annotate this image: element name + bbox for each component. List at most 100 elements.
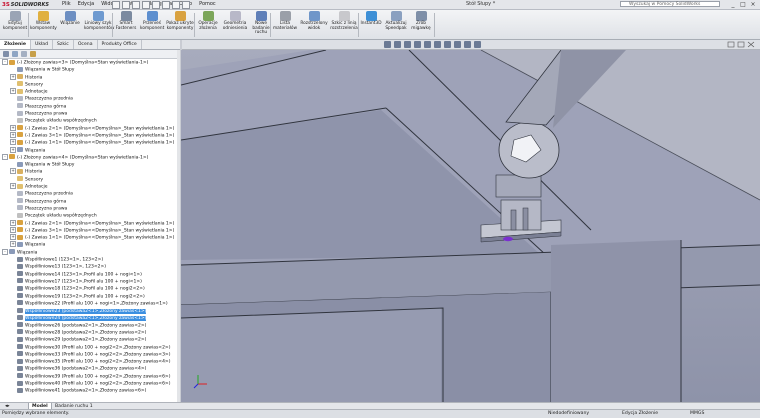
configuration-manager-tab-icon[interactable]	[21, 51, 27, 57]
select-icon[interactable]	[162, 1, 170, 9]
hide-show-items-icon[interactable]	[444, 41, 451, 48]
tree-item[interactable]: Współliniowe13 (123<1>, 123<2>)	[0, 263, 177, 270]
tree-item[interactable]: Płaszczyzna górna	[0, 103, 177, 110]
tree-item[interactable]: Początek układu współrzędnych	[0, 212, 177, 219]
tree-item[interactable]: Sensory	[0, 81, 177, 88]
tree-item[interactable]: + (-) Zawias 3<1> (Domyślna<<Domyślna>_St…	[0, 226, 177, 234]
maximize-button[interactable]: □	[738, 1, 748, 8]
tree-item[interactable]: Płaszczyzna przednia	[0, 95, 177, 102]
tree-item[interactable]: + Adnotacje	[0, 88, 177, 95]
expand-toggle-icon[interactable]: +	[10, 131, 16, 138]
property-manager-tab-icon[interactable]	[12, 51, 18, 57]
display-style-icon[interactable]	[434, 41, 441, 48]
ribbon-button[interactable]: Operacje złożenia	[196, 11, 220, 31]
tree-item[interactable]: Współliniowe30 (Profil alu 100 + nogi2<2…	[0, 344, 177, 351]
tree-item[interactable]: Współliniowe18 (123<2>,Profil alu 100 + …	[0, 285, 177, 292]
expand-toggle-icon[interactable]: -	[2, 59, 8, 65]
tree-item[interactable]: Współliniowe29 (podstawa2<1>,Złożony zaw…	[0, 336, 177, 343]
tree-item[interactable]: + Historia	[0, 168, 177, 175]
help-search-input[interactable]: Wyszukaj w Pomocy SolidWorks	[620, 1, 720, 7]
ribbon-button[interactable]: Rozstrzelony widok	[300, 11, 328, 31]
tree-item[interactable]: Płaszczyzna prawa	[0, 110, 177, 117]
rebuild-icon[interactable]	[172, 1, 180, 9]
ribbon-button[interactable]: Aktualizuj Speedpak	[384, 11, 408, 31]
tree-item[interactable]: Współliniowe33 (Profil alu 100 + nogi2<2…	[0, 351, 177, 358]
options-icon[interactable]	[182, 1, 190, 9]
tree-item[interactable]: Współliniowe40 (Profil alu 100 + nogi2<2…	[0, 380, 177, 387]
ribbon-button[interactable]: Lista materiałów	[272, 11, 298, 31]
dimxpert-manager-tab-icon[interactable]	[30, 51, 36, 57]
tree-item[interactable]: Współliniowe17 (123<1>,Profil alu 100 + …	[0, 278, 177, 285]
ribbon-button[interactable]: Instant3D	[360, 11, 382, 27]
ribbon-button[interactable]: Wiązanie	[58, 11, 82, 27]
solidworks-logo[interactable]: 3S SOLIDWORKS	[2, 1, 49, 8]
restore-viewport-icon[interactable]	[727, 41, 735, 48]
expand-toggle-icon[interactable]: +	[10, 183, 16, 190]
feature-manager-tab-icon[interactable]	[3, 51, 9, 57]
tree-item[interactable]: + (-) Zawias 1<1> (Domyślna<<Domyślna>_St…	[0, 139, 177, 146]
view-settings-icon[interactable]	[474, 41, 481, 48]
expand-toggle-icon[interactable]: +	[10, 146, 16, 153]
open-icon[interactable]	[122, 1, 130, 9]
command-tab[interactable]: Złożenie	[0, 40, 31, 49]
ribbon-button[interactable]: Szkic z linią rozstrzelenia	[330, 11, 358, 31]
tree-item[interactable]: - (-) Złożony zawias<3> (Domyślna<Stan wy…	[0, 59, 177, 66]
command-tab[interactable]: Produkty Office	[98, 40, 142, 49]
undo-icon[interactable]	[152, 1, 160, 9]
tree-item[interactable]: + Historia	[0, 73, 177, 81]
minimize-button[interactable]: _	[728, 1, 738, 8]
tree-item[interactable]: Płaszczyzna górna	[0, 198, 177, 205]
tree-item[interactable]: + (-) Zawias 2<1> (Domyślna<<Domyślna>_St…	[0, 124, 177, 132]
expand-toggle-icon[interactable]: +	[10, 168, 16, 175]
menu-item[interactable]: Plik	[62, 1, 71, 7]
tree-item[interactable]: + (-) Zawias 1<1> (Domyślna<<Domyślna>_St…	[0, 234, 177, 241]
tree-item[interactable]: - (-) Złożony zawias<4> (Domyślna<Stan wy…	[0, 153, 177, 161]
close-viewport-icon[interactable]	[747, 41, 755, 48]
expand-toggle-icon[interactable]: +	[10, 73, 16, 80]
tree-item[interactable]: Współliniowe35 (Profil alu 100 + nogi2<2…	[0, 358, 177, 365]
ribbon-button[interactable]: Nowe badanie ruchu	[250, 11, 272, 36]
ribbon-button[interactable]: Przenieś komponent	[140, 11, 164, 31]
tree-item[interactable]: + Wiązania	[0, 146, 177, 154]
previous-view-icon[interactable]	[404, 41, 411, 48]
tree-item[interactable]: Płaszczyzna przednia	[0, 190, 177, 197]
tree-item[interactable]: - Wiązania	[0, 248, 177, 256]
tree-item[interactable]: Wiązania w Stół Słupy	[0, 66, 177, 73]
zoom-fit-icon[interactable]	[384, 41, 391, 48]
menu-item[interactable]: Pomoc	[199, 1, 216, 7]
tree-scrollbar[interactable]	[177, 50, 180, 402]
expand-toggle-icon[interactable]: -	[2, 153, 8, 160]
tree-item[interactable]: + Wiązania	[0, 241, 177, 248]
ribbon-button[interactable]: Pokaż ukryte komponenty	[166, 11, 194, 31]
tree-item[interactable]: + (-) Zawias 2<1> (Domyślna<<Domyślna>_St…	[0, 219, 177, 227]
ribbon-button[interactable]: Geometria odniesienia	[222, 11, 248, 31]
view-orientation-icon[interactable]	[424, 41, 431, 48]
expand-toggle-icon[interactable]: +	[10, 88, 16, 95]
ribbon-button[interactable]: Zrób migawkę	[410, 11, 432, 31]
expand-toggle-icon[interactable]: -	[2, 248, 8, 255]
expand-toggle-icon[interactable]: +	[10, 219, 16, 226]
tree-item[interactable]: Współliniowe24 (podstawa2<1>,Złożony zaw…	[0, 314, 177, 321]
expand-toggle-icon[interactable]: +	[10, 226, 16, 233]
tree-item[interactable]: Współliniowe1 (123<1>, 123<2>)	[0, 256, 177, 263]
section-view-icon[interactable]	[414, 41, 421, 48]
ribbon-button[interactable]: Liniowy szyk komponentów	[84, 11, 114, 31]
ribbon-button[interactable]: Smart Fasteners	[114, 11, 138, 31]
tree-item[interactable]: + Adnotacje	[0, 183, 177, 190]
tree-item[interactable]: Współliniowe23 (podstawa2<1>,Złożony zaw…	[0, 307, 177, 314]
save-icon[interactable]	[132, 1, 140, 9]
tree-item[interactable]: Współliniowe41 (podstawa2<1>,Złożony zaw…	[0, 387, 177, 394]
tree-item[interactable]: Współliniowe22 (Profil alu 100 + nogi<1>…	[0, 300, 177, 307]
tree-item[interactable]: Współliniowe36 (podstawa2<1>,Złożony zaw…	[0, 365, 177, 372]
close-button[interactable]: ×	[748, 1, 758, 8]
tree-item[interactable]: Współliniowe26 (podstawa2<1>,Złożony zaw…	[0, 322, 177, 329]
expand-toggle-icon[interactable]: +	[10, 234, 16, 241]
expand-toggle-icon[interactable]: +	[10, 241, 16, 248]
tree-item[interactable]: Współliniowe28 (podstawa2<1>,Złożony zaw…	[0, 329, 177, 336]
print-icon[interactable]	[142, 1, 150, 9]
ribbon-button[interactable]: Edytuj komponent	[2, 11, 28, 31]
maximize-viewport-icon[interactable]	[737, 41, 745, 48]
expand-toggle-icon[interactable]: +	[10, 139, 16, 146]
command-tab[interactable]: Układ	[31, 40, 54, 49]
command-tab[interactable]: Ocena	[74, 40, 98, 49]
